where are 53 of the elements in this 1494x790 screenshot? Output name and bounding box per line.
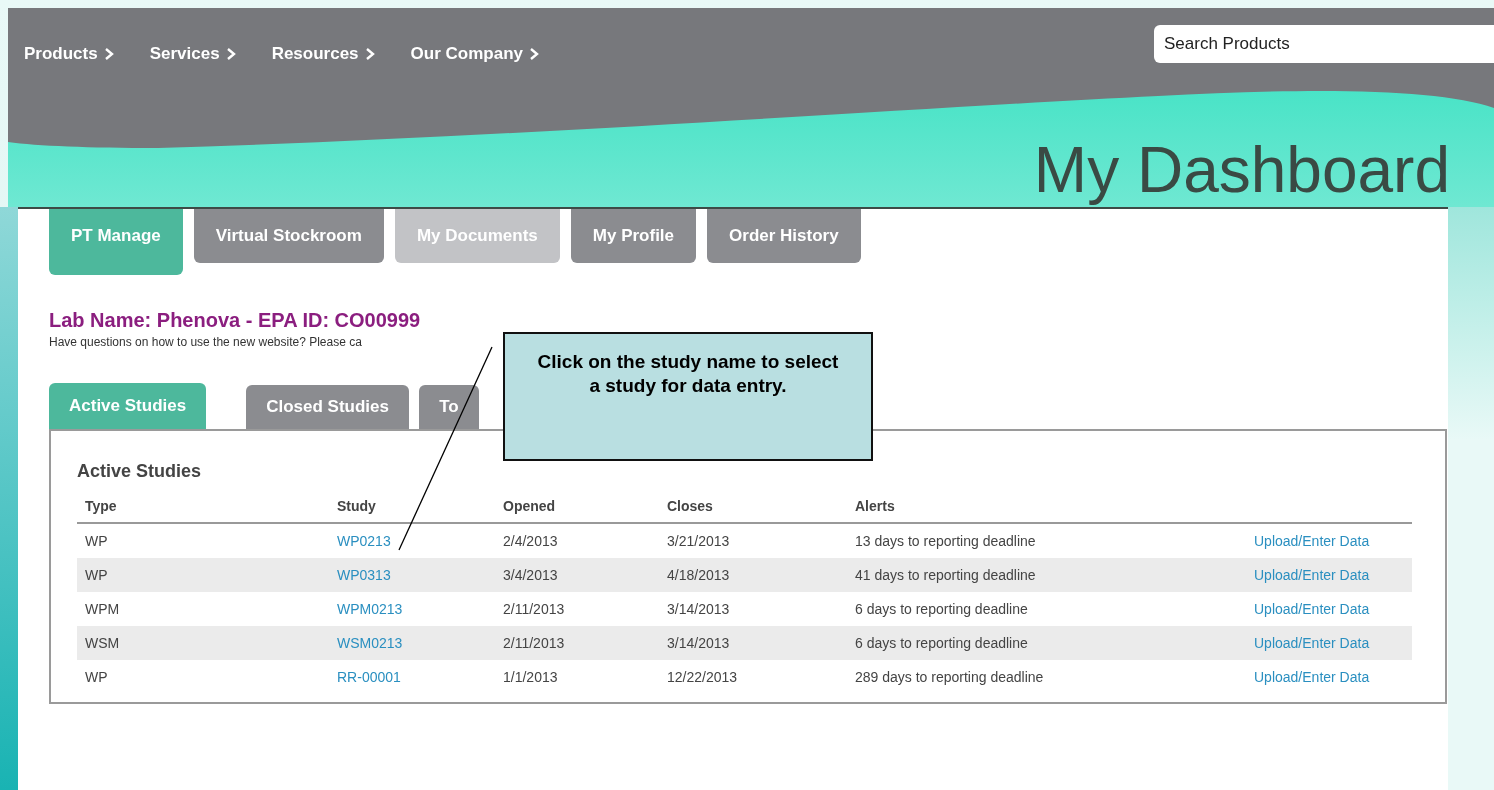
table-cell: 2/4/2013 — [495, 523, 659, 558]
study-link[interactable]: WPM0213 — [337, 601, 403, 617]
column-header: Type — [77, 490, 329, 523]
table-cell: WP — [77, 558, 329, 592]
nav-tab[interactable]: Order History — [707, 209, 861, 263]
study-tab[interactable]: Closed Studies — [246, 385, 409, 429]
table-cell: 289 days to reporting deadline — [847, 660, 1246, 694]
table-cell: 3/14/2013 — [659, 592, 847, 626]
upload-link[interactable]: Upload/Enter Data — [1254, 669, 1370, 685]
table-cell: 1/1/2013 — [495, 660, 659, 694]
study-tab[interactable]: To — [418, 385, 479, 429]
table-cell: WPM — [77, 592, 329, 626]
nav-link[interactable]: Products — [24, 44, 114, 64]
chevron-icon — [103, 48, 114, 60]
help-text: Have questions on how to use the new website? Please ca — [49, 335, 363, 349]
table-cell: 6 days to reporting deadline — [847, 592, 1246, 626]
nav-link[interactable]: Our Company — [410, 44, 539, 64]
table-cell: 13 days to reporting deadline — [847, 523, 1246, 558]
chevron-icon — [529, 48, 539, 60]
table-cell: 41 days to reporting deadline — [847, 558, 1246, 592]
table-cell: 2/11/2013 — [495, 626, 659, 660]
table-cell: WSM — [77, 626, 329, 660]
table-cell: 3/21/2013 — [659, 523, 847, 558]
study-link[interactable]: RR-00001 — [337, 669, 401, 685]
search-field[interactable]: Search Products — [1154, 25, 1494, 63]
chevron-icon — [364, 48, 375, 60]
column-header: Alerts — [847, 490, 1246, 523]
table-cell: WP — [77, 660, 329, 694]
nav-link[interactable]: Services — [149, 44, 236, 64]
panel-title: Active Studies — [77, 461, 203, 482]
table-cell: 3/14/2013 — [659, 626, 847, 660]
table-cell: 2/11/2013 — [495, 592, 659, 626]
column-header: Study — [329, 490, 495, 523]
lab-heading: Lab Name: Phenova - EPA ID: CO00999 — [49, 309, 422, 332]
nav-tab[interactable]: PT Manage — [49, 209, 183, 275]
nav-link[interactable]: Resources — [271, 44, 375, 64]
column-header: Opened — [495, 490, 659, 523]
table-cell: 3/4/2013 — [495, 558, 659, 592]
table-cell: WP — [77, 523, 329, 558]
upload-link[interactable]: Upload/Enter Data — [1254, 601, 1370, 617]
chevron-icon — [225, 48, 236, 60]
study-link[interactable]: WP0313 — [337, 567, 391, 583]
study-link[interactable]: WSM0213 — [337, 635, 403, 651]
nav-tab[interactable]: My Profile — [570, 209, 697, 263]
table-cell: 4/18/2013 — [659, 558, 847, 592]
callout-note: Click on the study name to select a study for data entry. — [503, 332, 873, 461]
study-tab[interactable]: Active Studies — [49, 383, 207, 429]
column-header: Closes — [659, 490, 847, 523]
upload-link[interactable]: Upload/Enter Data — [1254, 533, 1370, 549]
nav-tab[interactable]: Virtual Stockroom — [193, 209, 384, 263]
table-cell: 12/22/2013 — [659, 660, 847, 694]
table-cell: 6 days to reporting deadline — [847, 626, 1246, 660]
study-link[interactable]: WP0213 — [337, 533, 391, 549]
